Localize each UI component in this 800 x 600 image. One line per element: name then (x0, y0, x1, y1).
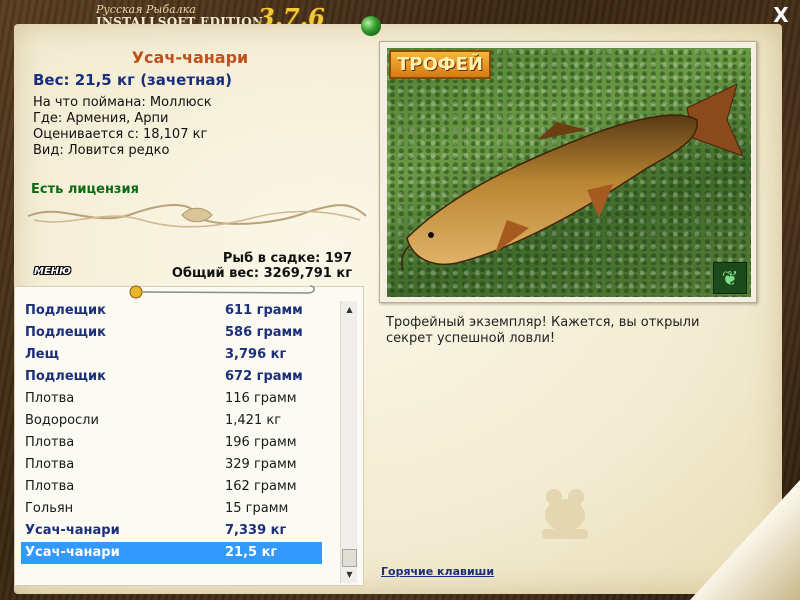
fishing-hook-icon (129, 285, 315, 299)
catch-fish-name: Плотва (25, 479, 75, 494)
scroll-down-icon[interactable]: ▼ (341, 566, 358, 583)
list-item[interactable]: Усач-чанари 21,5 кг (21, 542, 322, 564)
catch-fish-weight: 15 грамм (225, 501, 289, 516)
license-status: Есть лицензия (31, 182, 139, 197)
catch-fish-name: Плотва (25, 457, 75, 472)
close-button[interactable]: X (770, 4, 792, 26)
list-item[interactable]: Подлещик 611 грамм (21, 300, 322, 322)
catch-fish-name: Гольян (25, 501, 74, 516)
catch-fish-name: Водоросли (25, 413, 99, 428)
list-item[interactable]: Гольян 15 грамм (21, 498, 322, 520)
list-scrollbar[interactable]: ▲ ▼ (340, 301, 357, 583)
ornament-divider (27, 204, 367, 228)
catch-fish-weight: 3,796 кг (225, 347, 287, 362)
catch-fish-name: Подлещик (25, 369, 106, 384)
butterfly-icon[interactable]: ❦ (713, 262, 747, 294)
catch-fish-weight: 672 грамм (225, 369, 303, 384)
list-item[interactable]: Усач-чанари 7,339 кг (21, 520, 322, 542)
list-item[interactable]: Подлещик 586 грамм (21, 322, 322, 344)
list-item[interactable]: Подлещик 672 грамм (21, 366, 322, 388)
fish-illustration (401, 83, 744, 271)
trophy-badge: ТРОФЕЙ (389, 50, 491, 79)
scroll-up-icon[interactable]: ▲ (341, 301, 358, 318)
catch-fish-name: Плотва (25, 391, 75, 406)
list-item[interactable]: Плотва 196 грамм (21, 432, 322, 454)
menu-button[interactable]: МЕНЮ (34, 266, 71, 277)
fish-location: Где: Армения, Арпи (33, 111, 169, 126)
keepnet-count: Рыб в садке: 197 (222, 251, 352, 266)
fish-photo: ТРОФЕЙ ❦ (387, 48, 751, 297)
catch-fish-weight: 329 грамм (225, 457, 297, 472)
frog-stamp-icon (542, 489, 588, 539)
catch-fish-weight: 196 грамм (225, 435, 297, 450)
list-item[interactable]: Лещ 3,796 кг (21, 344, 322, 366)
green-pin-icon (361, 16, 381, 36)
catch-fish-name: Усач-чанари (25, 523, 120, 538)
fish-bait: На что поймана: Моллюск (33, 95, 212, 110)
scroll-thumb[interactable] (342, 549, 357, 567)
trophy-description: Трофейный экземпляр! Кажется, вы открыли… (386, 315, 700, 346)
catch-fish-name: Подлещик (25, 325, 106, 340)
fish-value: Оценивается с: 18,107 кг (33, 127, 208, 142)
catch-fish-name: Подлещик (25, 303, 106, 318)
fish-name: Усач-чанари (131, 48, 249, 67)
trophy-photo-frame: ТРОФЕЙ ❦ (379, 41, 757, 303)
catch-fish-weight: 162 грамм (225, 479, 297, 494)
keepnet-total-weight: Общий вес: 3269,791 кг (171, 266, 352, 281)
catch-fish-weight: 1,421 кг (225, 413, 282, 428)
hotkeys-link[interactable]: Горячие клавиши (381, 565, 494, 578)
catch-list: Подлещик 611 грамм Подлещик 586 грамм Лещ 3,7… (14, 286, 364, 586)
list-item[interactable]: Водоросли 1,421 кг (21, 410, 322, 432)
fish-weight: Вес: 21,5 кг (зачетная) (33, 71, 233, 89)
catch-fish-weight: 21,5 кг (225, 545, 278, 560)
list-item[interactable]: Плотва 329 грамм (21, 454, 322, 476)
catch-fish-name: Усач-чанари (25, 545, 120, 560)
catch-fish-weight: 7,339 кг (225, 523, 287, 538)
catch-fish-weight: 586 грамм (225, 325, 303, 340)
catch-fish-weight: 116 грамм (225, 391, 297, 406)
catch-fish-weight: 611 грамм (225, 303, 303, 318)
list-item[interactable]: Плотва 116 грамм (21, 388, 322, 410)
fish-rarity: Вид: Ловится редко (33, 143, 170, 158)
catch-fish-name: Лещ (25, 347, 59, 362)
catch-fish-name: Плотва (25, 435, 75, 450)
list-item[interactable]: Плотва 162 грамм (21, 476, 322, 498)
